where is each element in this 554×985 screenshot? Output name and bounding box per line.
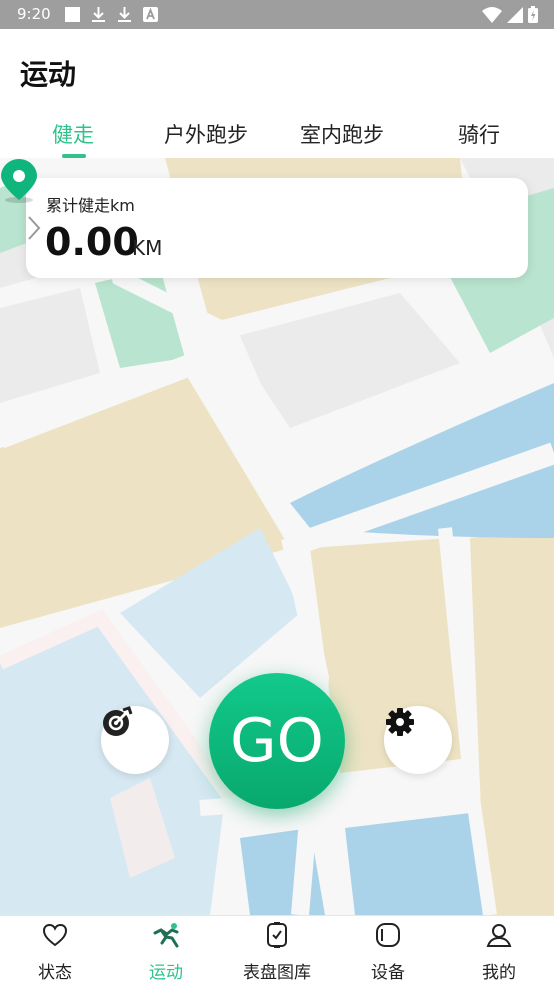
running-icon (153, 923, 179, 948)
walking-summary-card[interactable]: 累计健走km 0.00 KM (26, 178, 528, 278)
summary-label: 累计健走km (46, 196, 135, 215)
tab-walking[interactable]: 健走 (52, 119, 94, 155)
status-right-icons (482, 6, 538, 23)
nav-mine-label: 我的 (482, 963, 516, 983)
wifi-icon (482, 6, 502, 23)
status-time: 9:20 (17, 5, 51, 23)
summary-unit: KM (132, 236, 163, 260)
target-icon (103, 706, 133, 736)
nav-status[interactable]: 状态 (0, 916, 110, 985)
download-icon (92, 7, 105, 22)
summary-value: 0.00 (45, 220, 139, 264)
bottom-nav: 状态 运动 表盘图库 设备 我的 (0, 915, 554, 984)
heart-icon (42, 923, 68, 947)
nav-sport-label: 运动 (149, 963, 183, 983)
gear-icon (386, 708, 414, 736)
nav-status-label: 状态 (38, 963, 72, 983)
tab-indoor-run[interactable]: 室内跑步 (300, 119, 384, 155)
status-bar: 9:20 (0, 0, 554, 29)
map-view[interactable]: 累计健走km 0.00 KM GO (0, 158, 554, 915)
watch-device-icon (376, 923, 400, 947)
download-icon (118, 7, 131, 22)
nav-device-label: 设备 (371, 963, 405, 983)
settings-button[interactable] (384, 706, 452, 774)
target-button[interactable] (101, 706, 169, 774)
watchface-icon (267, 922, 287, 948)
location-pin-icon (1, 159, 37, 203)
nav-watchface-gallery[interactable]: 表盘图库 (222, 916, 332, 985)
person-icon (486, 924, 512, 947)
page-title: 运动 (20, 58, 77, 91)
stop-square-icon (65, 7, 80, 22)
tab-outdoor-run[interactable]: 户外跑步 (164, 119, 248, 155)
sport-tabs: 健走 户外跑步 室内跑步 骑行 (0, 119, 554, 155)
signal-icon (507, 6, 523, 23)
nav-device[interactable]: 设备 (333, 916, 443, 985)
go-start-button[interactable]: GO (209, 673, 345, 809)
text-a-icon (143, 7, 158, 22)
tab-cycling[interactable]: 骑行 (458, 119, 500, 155)
status-left-icons (64, 6, 159, 23)
battery-icon (528, 6, 538, 23)
nav-sport[interactable]: 运动 (111, 916, 221, 985)
nav-mine[interactable]: 我的 (444, 916, 554, 985)
header: 运动 健走 户外跑步 室内跑步 骑行 (0, 29, 554, 158)
chevron-right-icon (28, 216, 41, 240)
nav-watchface-label: 表盘图库 (243, 963, 311, 983)
